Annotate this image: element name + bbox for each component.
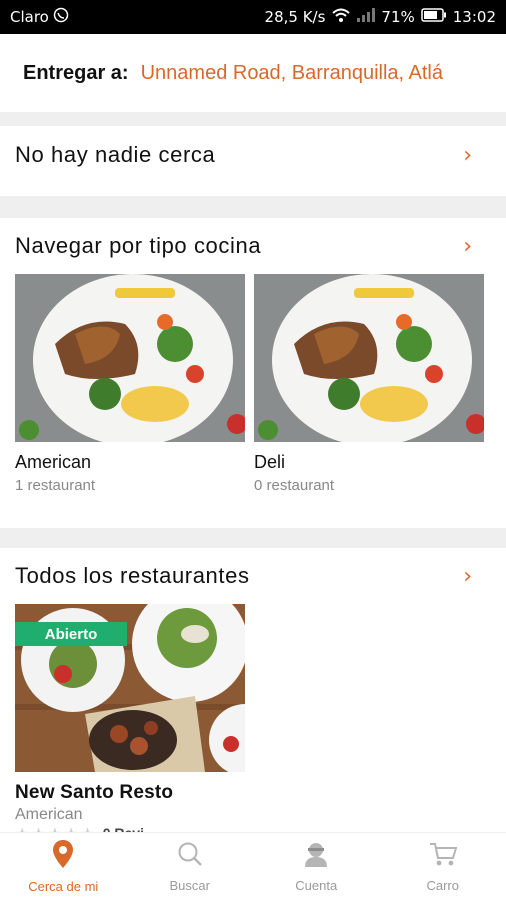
clock-time: 13:02 — [452, 8, 496, 26]
restaurant-card[interactable]: Abierto New Santo Resto American ★★★★★ 0… — [15, 604, 245, 840]
nearby-header[interactable]: No hay nadie cerca › — [0, 126, 506, 184]
cuisine-image — [15, 274, 245, 442]
cart-icon — [429, 841, 458, 872]
restaurant-cuisine: American — [15, 806, 83, 823]
delivery-address[interactable]: Unnamed Road, Barranquilla, Atlá — [141, 62, 443, 85]
cuisine-card-american[interactable]: American 1 restaurant — [15, 274, 245, 494]
carrier-text: Claro — [10, 8, 49, 26]
cuisine-title: Navegar por tipo cocina — [15, 233, 262, 258]
cuisine-name: American — [15, 452, 92, 472]
nearby-title: No hay nadie cerca — [15, 142, 216, 167]
restaurant-name: New Santo Resto — [15, 782, 174, 803]
cuisine-header[interactable]: Navegar por tipo cocina › — [0, 218, 506, 274]
chevron-right-icon[interactable]: › — [463, 234, 472, 259]
all-restaurants-header[interactable]: Todos los restaurantes › — [0, 548, 506, 604]
nav-label: Carro — [426, 877, 459, 893]
delivery-address-bar[interactable]: Entregar a: Unnamed Road, Barranquilla, … — [0, 34, 506, 112]
cuisine-image — [254, 274, 484, 442]
battery-percent: 71% — [381, 8, 415, 26]
restaurant-count: 1 restaurant — [15, 477, 96, 494]
cuisine-section: Navegar por tipo cocina › American 1 res… — [0, 218, 506, 528]
deliver-to-label: Entregar a: — [23, 61, 129, 84]
nav-account[interactable]: Cuenta — [253, 833, 380, 900]
open-status-badge: Abierto — [15, 622, 127, 646]
restaurant-image: Abierto — [15, 604, 245, 772]
nav-nearby[interactable]: Cerca de mi — [0, 833, 127, 900]
whatsapp-icon — [53, 7, 69, 27]
nav-label: Buscar — [169, 877, 210, 893]
all-restaurants-title: Todos los restaurantes — [15, 563, 250, 588]
nav-search[interactable]: Buscar — [127, 833, 254, 900]
cuisine-name: Deli — [254, 452, 286, 472]
location-pin-icon — [53, 839, 74, 873]
nav-label: Cuenta — [295, 877, 338, 893]
chevron-right-icon[interactable]: › — [463, 564, 472, 589]
nav-cart[interactable]: Carro — [380, 833, 506, 900]
wifi-icon — [331, 7, 351, 27]
chevron-right-icon[interactable]: › — [463, 143, 472, 168]
user-icon — [303, 841, 329, 872]
nav-label: Cerca de mi — [28, 878, 99, 894]
restaurant-count: 0 restaurant — [254, 477, 335, 494]
all-restaurants-section: Todos los restaurantes › Abierto New San… — [0, 548, 506, 840]
battery-icon — [421, 8, 447, 26]
search-icon — [177, 841, 203, 872]
network-speed: 28,5 K/s — [264, 8, 326, 26]
bottom-navigation: Cerca de mi Buscar Cuenta Carro — [0, 832, 506, 900]
nearby-section: No hay nadie cerca › — [0, 126, 506, 196]
status-bar: Claro 28,5 K/s 71% 13:02 — [0, 0, 506, 34]
signal-icon — [357, 8, 376, 26]
cuisine-card-deli[interactable]: Deli 0 restaurant — [254, 274, 484, 494]
